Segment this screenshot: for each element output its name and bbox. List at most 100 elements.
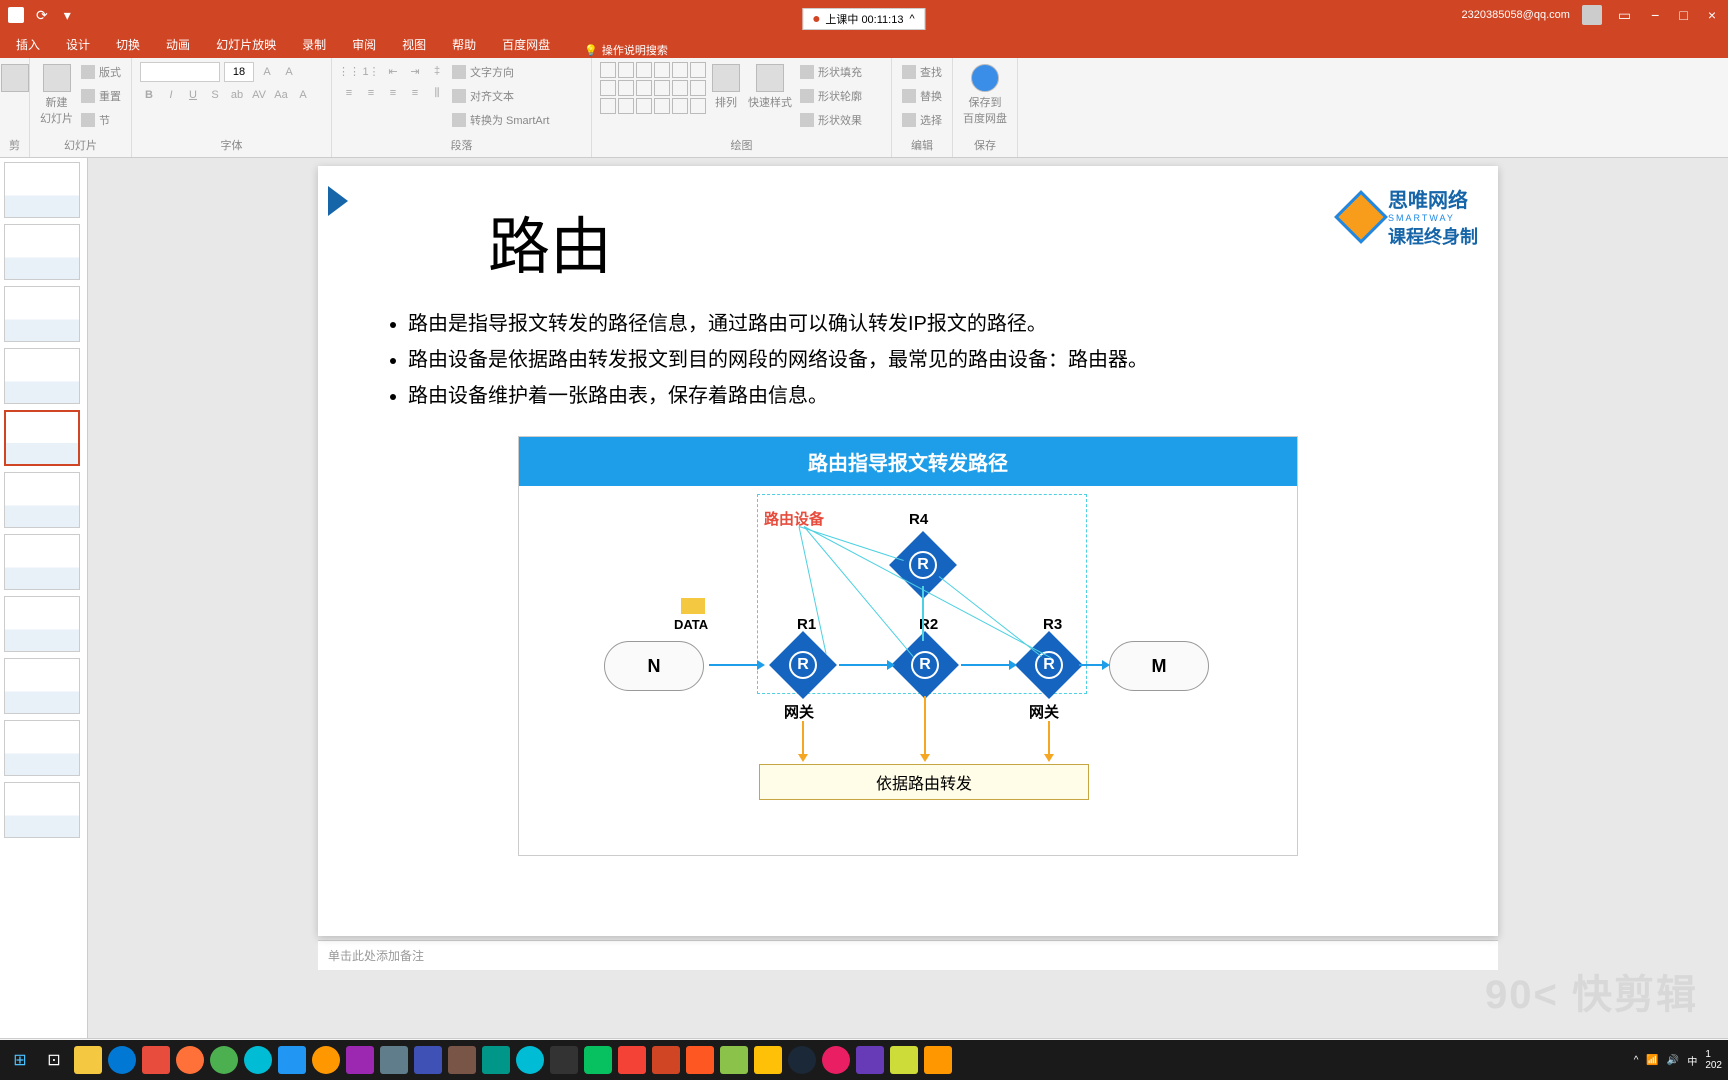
wechat-icon[interactable] xyxy=(584,1046,612,1074)
align-right-button[interactable]: ≡ xyxy=(384,84,402,102)
app-icon[interactable] xyxy=(822,1046,850,1074)
app-icon[interactable] xyxy=(448,1046,476,1074)
find-button[interactable]: 查找 xyxy=(900,62,944,82)
align-left-button[interactable]: ≡ xyxy=(340,84,358,102)
app-icon[interactable] xyxy=(346,1046,374,1074)
slide-thumb[interactable] xyxy=(4,348,80,404)
autosave-toggle[interactable]: ⟳ xyxy=(32,7,52,24)
tab-animations[interactable]: 动画 xyxy=(154,31,202,58)
tab-record[interactable]: 录制 xyxy=(290,31,338,58)
shapes-gallery[interactable] xyxy=(600,62,706,114)
justify-button[interactable]: ≡ xyxy=(406,84,424,102)
slide-thumb[interactable] xyxy=(4,162,80,218)
columns-button[interactable]: ⫼ xyxy=(428,84,446,102)
decrease-font-button[interactable]: A xyxy=(280,63,298,81)
slide-thumb[interactable] xyxy=(4,596,80,652)
task-view-button[interactable]: ⊡ xyxy=(40,1046,68,1074)
app-icon[interactable] xyxy=(686,1046,714,1074)
slide-bullets[interactable]: 路由是指导报文转发的路径信息，通过路由可以确认转发IP报文的路径。 路由设备是依… xyxy=(378,306,1378,414)
app-icon[interactable] xyxy=(720,1046,748,1074)
tab-insert[interactable]: 插入 xyxy=(4,31,52,58)
app-icon[interactable] xyxy=(380,1046,408,1074)
undo-dropdown[interactable]: ▾ xyxy=(60,7,75,24)
slide-title[interactable]: 路由 xyxy=(488,196,612,286)
quick-styles-button[interactable]: 快速样式 xyxy=(746,62,794,112)
text-direction-button[interactable]: 文字方向 xyxy=(450,62,551,82)
volume-icon[interactable]: 🔊 xyxy=(1667,1055,1679,1066)
tab-design[interactable]: 设计 xyxy=(54,31,102,58)
app-icon[interactable] xyxy=(516,1046,544,1074)
app-icon[interactable] xyxy=(482,1046,510,1074)
tab-review[interactable]: 审阅 xyxy=(340,31,388,58)
steam-icon[interactable] xyxy=(788,1046,816,1074)
network-icon[interactable]: 📶 xyxy=(1646,1055,1658,1066)
app-icon[interactable] xyxy=(754,1046,782,1074)
diagram[interactable]: 路由指导报文转发路径 路由设备 R4 R1 R2 R3 DATA R R R xyxy=(518,436,1298,856)
powerpoint-icon[interactable] xyxy=(652,1046,680,1074)
shadow-button[interactable]: ab xyxy=(228,86,246,104)
app-icon[interactable] xyxy=(618,1046,646,1074)
underline-button[interactable]: U xyxy=(184,86,202,104)
shape-effects-button[interactable]: 形状效果 xyxy=(798,110,864,130)
ime-icon[interactable]: 中 xyxy=(1687,1053,1697,1068)
tab-help[interactable]: 帮助 xyxy=(440,31,488,58)
avatar[interactable] xyxy=(1582,5,1602,25)
bold-button[interactable]: B xyxy=(140,86,158,104)
align-text-button[interactable]: 对齐文本 xyxy=(450,86,551,106)
app-icon[interactable] xyxy=(278,1046,306,1074)
app-icon[interactable] xyxy=(210,1046,238,1074)
app-icon[interactable] xyxy=(244,1046,272,1074)
tell-me-search[interactable]: 💡 操作说明搜索 xyxy=(584,42,668,58)
edge-icon[interactable] xyxy=(108,1046,136,1074)
slide-thumb[interactable] xyxy=(4,286,80,342)
strikethrough-button[interactable]: S xyxy=(206,86,224,104)
select-button[interactable]: 选择 xyxy=(900,110,944,130)
line-spacing-button[interactable]: ‡ xyxy=(428,62,446,80)
spacing-button[interactable]: AV xyxy=(250,86,268,104)
bullets-button[interactable]: ⋮⋮ xyxy=(340,62,358,80)
recording-indicator[interactable]: 上课中 00:11:13 ^ xyxy=(802,8,925,30)
app-icon[interactable] xyxy=(924,1046,952,1074)
arrange-button[interactable]: 排列 xyxy=(710,62,742,112)
start-button[interactable]: ⊞ xyxy=(6,1046,34,1074)
font-color-button[interactable]: A xyxy=(294,86,312,104)
paste-button[interactable] xyxy=(8,62,21,94)
italic-button[interactable]: I xyxy=(162,86,180,104)
clock[interactable]: 1202 xyxy=(1705,1049,1722,1071)
app-icon[interactable] xyxy=(856,1046,884,1074)
maximize-button[interactable]: □ xyxy=(1675,7,1691,23)
app-icon[interactable] xyxy=(142,1046,170,1074)
shape-outline-button[interactable]: 形状轮廓 xyxy=(798,86,864,106)
minimize-button[interactable]: − xyxy=(1647,7,1663,23)
numbering-button[interactable]: 1⋮ xyxy=(362,62,380,80)
app-icon[interactable] xyxy=(890,1046,918,1074)
ribbon-display-icon[interactable]: ▭ xyxy=(1614,7,1635,24)
new-slide-button[interactable]: 新建 幻灯片 xyxy=(38,62,75,128)
slide-thumb[interactable] xyxy=(4,224,80,280)
smartart-button[interactable]: 转换为 SmartArt xyxy=(450,110,551,130)
app-icon[interactable] xyxy=(312,1046,340,1074)
slide-thumbnails-panel[interactable] xyxy=(0,158,88,1038)
font-size-input[interactable] xyxy=(224,62,254,82)
layout-button[interactable]: 版式 xyxy=(79,62,123,82)
close-button[interactable]: × xyxy=(1704,7,1720,23)
recording-arrow[interactable]: ^ xyxy=(909,13,914,25)
shape-fill-button[interactable]: 形状填充 xyxy=(798,62,864,82)
slide-thumb[interactable] xyxy=(4,658,80,714)
save-baidu-button[interactable]: 保存到 百度网盘 xyxy=(961,62,1009,128)
slide-thumb-current[interactable] xyxy=(4,410,80,466)
tab-baidu[interactable]: 百度网盘 xyxy=(490,31,562,58)
font-family-select[interactable] xyxy=(140,62,220,82)
file-explorer-icon[interactable] xyxy=(74,1046,102,1074)
replace-button[interactable]: 替换 xyxy=(900,86,944,106)
system-tray[interactable]: ^ 📶 🔊 中 1202 xyxy=(1634,1049,1722,1071)
slide-thumb[interactable] xyxy=(4,472,80,528)
tab-view[interactable]: 视图 xyxy=(390,31,438,58)
slide-thumb[interactable] xyxy=(4,534,80,590)
app-icon[interactable] xyxy=(550,1046,578,1074)
section-button[interactable]: 节 xyxy=(79,110,123,130)
app-icon[interactable] xyxy=(414,1046,442,1074)
notes-input[interactable]: 单击此处添加备注 xyxy=(318,940,1498,970)
reset-button[interactable]: 重置 xyxy=(79,86,123,106)
tab-transitions[interactable]: 切换 xyxy=(104,31,152,58)
